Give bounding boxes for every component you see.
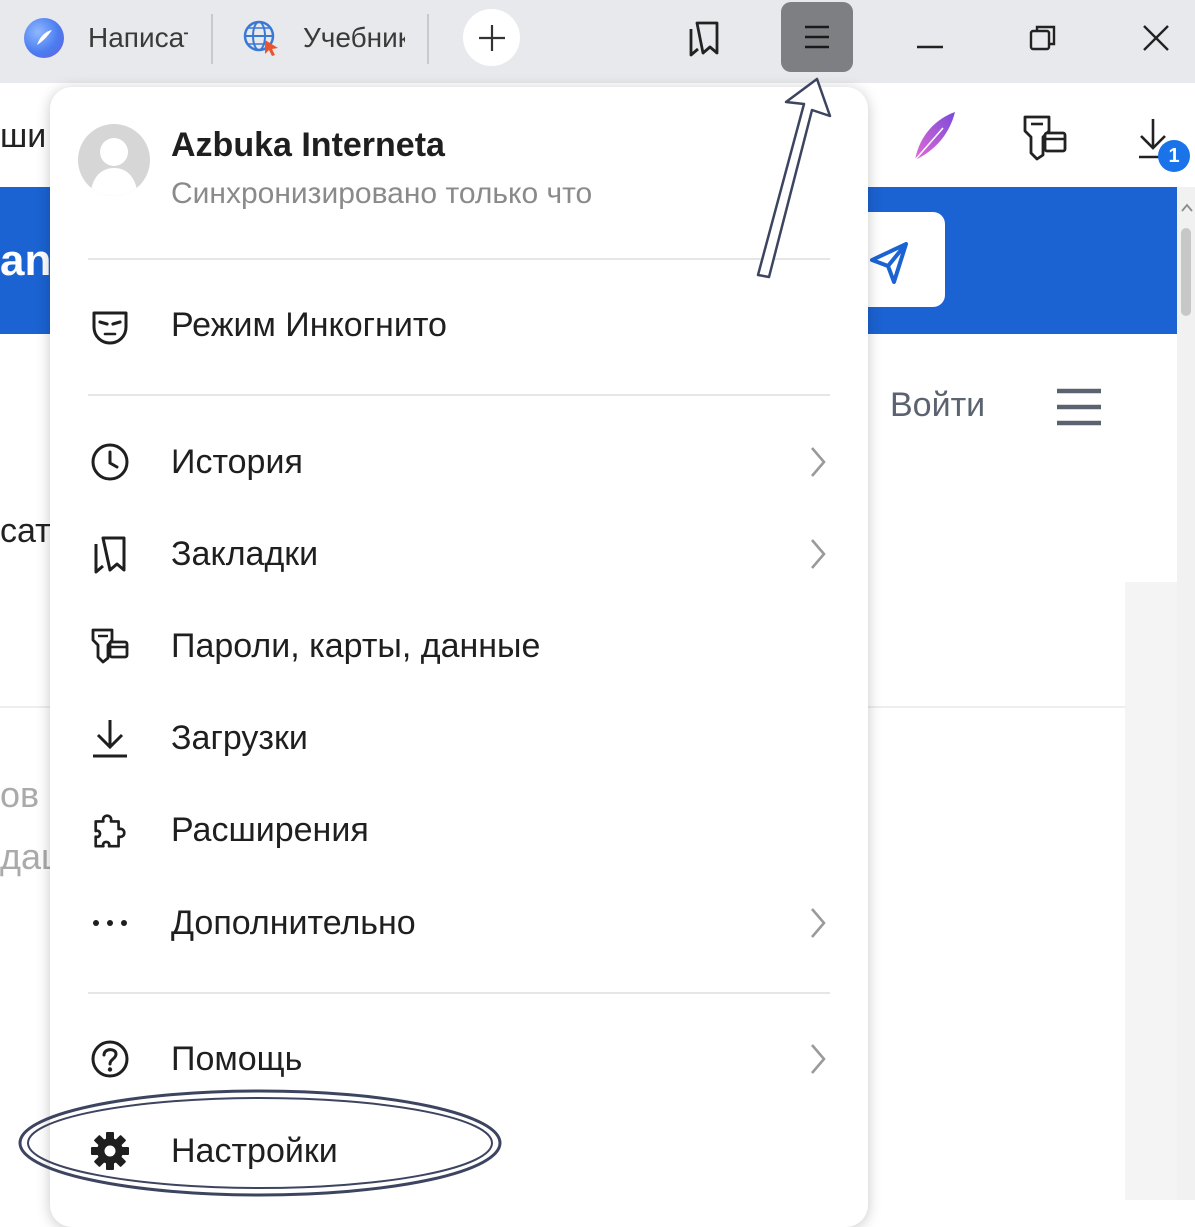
main-menu-button[interactable] [781, 2, 853, 72]
menu-item-history[interactable]: История [78, 427, 838, 497]
chevron-right-icon [811, 539, 826, 569]
globe-favicon-icon [241, 18, 281, 58]
close-icon [1143, 25, 1169, 51]
address-fragment: ши [0, 117, 47, 155]
clock-icon [90, 442, 130, 482]
download-icon [90, 718, 130, 758]
page-scrollbar[interactable] [1177, 187, 1195, 1200]
tab-separator [427, 14, 429, 64]
feather-icon [914, 112, 955, 161]
menu-item-label: Закладки [171, 535, 319, 573]
puzzle-icon [90, 810, 130, 850]
menu-divider [88, 992, 830, 994]
close-window-button[interactable] [1126, 8, 1186, 68]
site-menu-icon[interactable] [1055, 388, 1103, 426]
page-text-fragment: ов [0, 774, 40, 815]
downloads-count-badge: 1 [1158, 140, 1190, 172]
plus-icon [478, 24, 505, 51]
tab-1-label: Написать [88, 22, 188, 53]
tab-strip: Написать Учебник [0, 0, 1195, 83]
gear-icon [90, 1131, 130, 1171]
bookmarks-button[interactable] [674, 8, 734, 68]
menu-item-label: История [171, 443, 303, 481]
minimize-icon [917, 45, 943, 49]
passwords-button[interactable] [1016, 106, 1072, 166]
menu-item-label: Расширения [171, 811, 369, 849]
menu-icon [805, 25, 829, 49]
login-link[interactable]: Войти [890, 386, 985, 425]
tab-1[interactable]: Написать [24, 0, 192, 76]
help-icon [90, 1039, 130, 1079]
menu-item-more[interactable]: Дополнительно [78, 888, 838, 958]
incognito-mask-icon [90, 305, 130, 345]
menu-item-incognito[interactable]: Режим Инкогнито [78, 290, 838, 360]
avatar[interactable] [78, 124, 150, 196]
feather-button[interactable] [905, 106, 961, 166]
bookmarks-icon [90, 534, 130, 574]
new-tab-button[interactable] [463, 9, 520, 66]
scrollbar-thumb[interactable] [1181, 228, 1191, 316]
account-name[interactable]: Azbuka Interneta [171, 126, 445, 165]
menu-item-extensions[interactable]: Расширения [78, 795, 838, 865]
menu-item-label: Настройки [171, 1132, 338, 1170]
page-side-panel [1125, 582, 1177, 1200]
menu-item-downloads[interactable]: Загрузки [78, 703, 838, 773]
tab-2[interactable]: Учебник [241, 0, 409, 76]
minimize-button[interactable] [900, 8, 960, 68]
menu-item-label: Загрузки [171, 719, 308, 757]
tab-separator [211, 14, 213, 64]
tab-2-label: Учебник [303, 22, 405, 53]
key-card-icon [90, 626, 130, 666]
bookmarks-icon [689, 21, 719, 57]
menu-item-label: Режим Инкогнито [171, 306, 447, 344]
menu-item-help[interactable]: Помощь [78, 1024, 838, 1094]
menu-divider [88, 394, 830, 396]
more-dots-icon [90, 903, 130, 943]
menu-item-label: Помощь [171, 1040, 303, 1078]
menu-item-passwords[interactable]: Пароли, карты, данные [78, 611, 838, 681]
restore-button[interactable] [1013, 8, 1073, 68]
alice-favicon-icon [24, 18, 64, 58]
chevron-right-icon [811, 1044, 826, 1074]
menu-item-bookmarks[interactable]: Закладки [78, 519, 838, 589]
user-silhouette-icon [90, 138, 138, 196]
sync-status: Синхронизировано только что [171, 177, 593, 210]
restore-icon [1029, 25, 1056, 51]
chevron-right-icon [811, 447, 826, 477]
page-text-fragment: сат [0, 512, 51, 550]
menu-item-label: Пароли, карты, данные [171, 627, 541, 665]
key-card-icon [1023, 115, 1067, 161]
menu-divider [88, 258, 830, 260]
chevron-right-icon [811, 908, 826, 938]
site-logo-fragment: an [0, 236, 52, 285]
scroll-up-arrow-icon[interactable] [1181, 203, 1193, 213]
menu-item-settings[interactable]: Настройки [78, 1116, 838, 1186]
menu-item-label: Дополнительно [171, 904, 416, 942]
